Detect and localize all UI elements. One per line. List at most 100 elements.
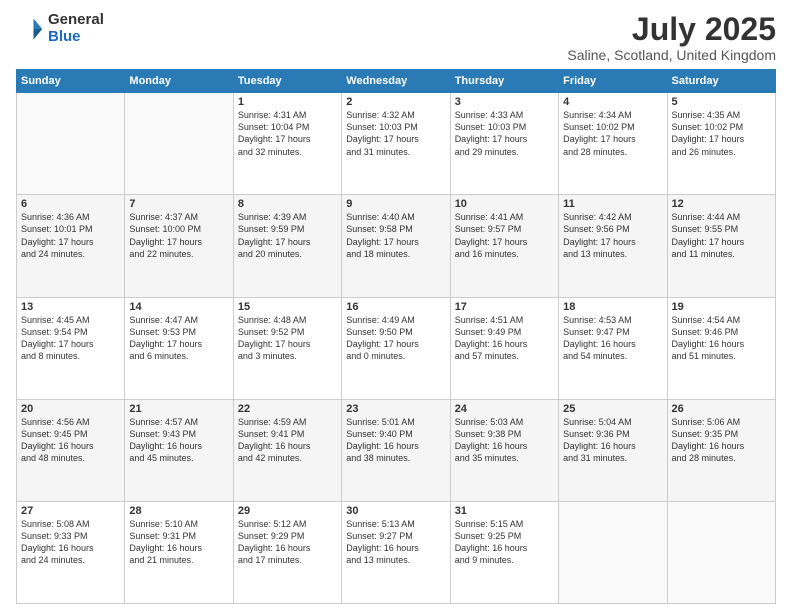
day-info: Sunrise: 4:39 AM Sunset: 9:59 PM Dayligh… bbox=[238, 211, 337, 260]
day-info: Sunrise: 5:03 AM Sunset: 9:38 PM Dayligh… bbox=[455, 416, 554, 465]
calendar-cell: 10Sunrise: 4:41 AM Sunset: 9:57 PM Dayli… bbox=[450, 195, 558, 297]
calendar-cell: 12Sunrise: 4:44 AM Sunset: 9:55 PM Dayli… bbox=[667, 195, 775, 297]
calendar-cell bbox=[17, 93, 125, 195]
day-number: 12 bbox=[672, 198, 771, 210]
day-info: Sunrise: 4:37 AM Sunset: 10:00 PM Daylig… bbox=[129, 211, 228, 260]
day-header: Monday bbox=[125, 70, 233, 93]
day-info: Sunrise: 4:48 AM Sunset: 9:52 PM Dayligh… bbox=[238, 314, 337, 363]
logo-icon bbox=[16, 15, 44, 43]
calendar-cell: 18Sunrise: 4:53 AM Sunset: 9:47 PM Dayli… bbox=[559, 297, 667, 399]
day-header: Sunday bbox=[17, 70, 125, 93]
day-number: 31 bbox=[455, 505, 554, 517]
calendar-cell: 30Sunrise: 5:13 AM Sunset: 9:27 PM Dayli… bbox=[342, 501, 450, 603]
day-info: Sunrise: 5:06 AM Sunset: 9:35 PM Dayligh… bbox=[672, 416, 771, 465]
calendar-cell: 3Sunrise: 4:33 AM Sunset: 10:03 PM Dayli… bbox=[450, 93, 558, 195]
subtitle: Saline, Scotland, United Kingdom bbox=[567, 47, 776, 63]
day-info: Sunrise: 4:56 AM Sunset: 9:45 PM Dayligh… bbox=[21, 416, 120, 465]
day-number: 7 bbox=[129, 198, 228, 210]
calendar-week-row: 6Sunrise: 4:36 AM Sunset: 10:01 PM Dayli… bbox=[17, 195, 776, 297]
day-info: Sunrise: 4:42 AM Sunset: 9:56 PM Dayligh… bbox=[563, 211, 662, 260]
day-number: 5 bbox=[672, 96, 771, 108]
calendar-cell: 27Sunrise: 5:08 AM Sunset: 9:33 PM Dayli… bbox=[17, 501, 125, 603]
logo-blue: Blue bbox=[48, 29, 104, 46]
day-number: 24 bbox=[455, 403, 554, 415]
day-number: 22 bbox=[238, 403, 337, 415]
calendar-cell: 20Sunrise: 4:56 AM Sunset: 9:45 PM Dayli… bbox=[17, 399, 125, 501]
day-info: Sunrise: 4:36 AM Sunset: 10:01 PM Daylig… bbox=[21, 211, 120, 260]
page: General Blue July 2025 Saline, Scotland,… bbox=[0, 0, 792, 612]
day-number: 29 bbox=[238, 505, 337, 517]
day-number: 18 bbox=[563, 301, 662, 313]
day-info: Sunrise: 5:10 AM Sunset: 9:31 PM Dayligh… bbox=[129, 518, 228, 567]
day-number: 6 bbox=[21, 198, 120, 210]
day-number: 8 bbox=[238, 198, 337, 210]
day-info: Sunrise: 4:51 AM Sunset: 9:49 PM Dayligh… bbox=[455, 314, 554, 363]
calendar-cell bbox=[667, 501, 775, 603]
calendar-cell bbox=[559, 501, 667, 603]
day-number: 17 bbox=[455, 301, 554, 313]
calendar-cell: 9Sunrise: 4:40 AM Sunset: 9:58 PM Daylig… bbox=[342, 195, 450, 297]
day-info: Sunrise: 4:32 AM Sunset: 10:03 PM Daylig… bbox=[346, 109, 445, 158]
day-info: Sunrise: 4:49 AM Sunset: 9:50 PM Dayligh… bbox=[346, 314, 445, 363]
calendar-cell: 22Sunrise: 4:59 AM Sunset: 9:41 PM Dayli… bbox=[233, 399, 341, 501]
day-number: 13 bbox=[21, 301, 120, 313]
header: General Blue July 2025 Saline, Scotland,… bbox=[16, 12, 776, 63]
day-info: Sunrise: 4:53 AM Sunset: 9:47 PM Dayligh… bbox=[563, 314, 662, 363]
calendar-cell: 28Sunrise: 5:10 AM Sunset: 9:31 PM Dayli… bbox=[125, 501, 233, 603]
day-info: Sunrise: 4:54 AM Sunset: 9:46 PM Dayligh… bbox=[672, 314, 771, 363]
day-info: Sunrise: 4:45 AM Sunset: 9:54 PM Dayligh… bbox=[21, 314, 120, 363]
header-row: SundayMondayTuesdayWednesdayThursdayFrid… bbox=[17, 70, 776, 93]
day-info: Sunrise: 4:41 AM Sunset: 9:57 PM Dayligh… bbox=[455, 211, 554, 260]
day-info: Sunrise: 4:47 AM Sunset: 9:53 PM Dayligh… bbox=[129, 314, 228, 363]
day-info: Sunrise: 4:33 AM Sunset: 10:03 PM Daylig… bbox=[455, 109, 554, 158]
day-header: Tuesday bbox=[233, 70, 341, 93]
logo-text: General Blue bbox=[48, 12, 104, 45]
day-number: 14 bbox=[129, 301, 228, 313]
calendar-cell: 15Sunrise: 4:48 AM Sunset: 9:52 PM Dayli… bbox=[233, 297, 341, 399]
day-number: 26 bbox=[672, 403, 771, 415]
day-info: Sunrise: 5:08 AM Sunset: 9:33 PM Dayligh… bbox=[21, 518, 120, 567]
calendar-cell: 17Sunrise: 4:51 AM Sunset: 9:49 PM Dayli… bbox=[450, 297, 558, 399]
day-info: Sunrise: 4:59 AM Sunset: 9:41 PM Dayligh… bbox=[238, 416, 337, 465]
calendar-cell: 25Sunrise: 5:04 AM Sunset: 9:36 PM Dayli… bbox=[559, 399, 667, 501]
day-number: 15 bbox=[238, 301, 337, 313]
calendar: SundayMondayTuesdayWednesdayThursdayFrid… bbox=[16, 69, 776, 604]
calendar-cell: 14Sunrise: 4:47 AM Sunset: 9:53 PM Dayli… bbox=[125, 297, 233, 399]
calendar-cell: 29Sunrise: 5:12 AM Sunset: 9:29 PM Dayli… bbox=[233, 501, 341, 603]
day-number: 30 bbox=[346, 505, 445, 517]
day-header: Wednesday bbox=[342, 70, 450, 93]
day-header: Friday bbox=[559, 70, 667, 93]
calendar-cell: 26Sunrise: 5:06 AM Sunset: 9:35 PM Dayli… bbox=[667, 399, 775, 501]
calendar-cell: 5Sunrise: 4:35 AM Sunset: 10:02 PM Dayli… bbox=[667, 93, 775, 195]
day-info: Sunrise: 5:04 AM Sunset: 9:36 PM Dayligh… bbox=[563, 416, 662, 465]
calendar-week-row: 13Sunrise: 4:45 AM Sunset: 9:54 PM Dayli… bbox=[17, 297, 776, 399]
calendar-week-row: 20Sunrise: 4:56 AM Sunset: 9:45 PM Dayli… bbox=[17, 399, 776, 501]
calendar-cell bbox=[125, 93, 233, 195]
calendar-cell: 4Sunrise: 4:34 AM Sunset: 10:02 PM Dayli… bbox=[559, 93, 667, 195]
day-info: Sunrise: 5:13 AM Sunset: 9:27 PM Dayligh… bbox=[346, 518, 445, 567]
calendar-cell: 6Sunrise: 4:36 AM Sunset: 10:01 PM Dayli… bbox=[17, 195, 125, 297]
day-number: 20 bbox=[21, 403, 120, 415]
calendar-cell: 23Sunrise: 5:01 AM Sunset: 9:40 PM Dayli… bbox=[342, 399, 450, 501]
calendar-cell: 24Sunrise: 5:03 AM Sunset: 9:38 PM Dayli… bbox=[450, 399, 558, 501]
calendar-cell: 31Sunrise: 5:15 AM Sunset: 9:25 PM Dayli… bbox=[450, 501, 558, 603]
calendar-cell: 16Sunrise: 4:49 AM Sunset: 9:50 PM Dayli… bbox=[342, 297, 450, 399]
day-number: 28 bbox=[129, 505, 228, 517]
calendar-week-row: 27Sunrise: 5:08 AM Sunset: 9:33 PM Dayli… bbox=[17, 501, 776, 603]
day-info: Sunrise: 4:34 AM Sunset: 10:02 PM Daylig… bbox=[563, 109, 662, 158]
calendar-cell: 1Sunrise: 4:31 AM Sunset: 10:04 PM Dayli… bbox=[233, 93, 341, 195]
day-number: 16 bbox=[346, 301, 445, 313]
day-number: 25 bbox=[563, 403, 662, 415]
calendar-week-row: 1Sunrise: 4:31 AM Sunset: 10:04 PM Dayli… bbox=[17, 93, 776, 195]
day-header: Thursday bbox=[450, 70, 558, 93]
calendar-cell: 7Sunrise: 4:37 AM Sunset: 10:00 PM Dayli… bbox=[125, 195, 233, 297]
day-info: Sunrise: 4:35 AM Sunset: 10:02 PM Daylig… bbox=[672, 109, 771, 158]
main-title: July 2025 bbox=[567, 12, 776, 47]
day-number: 3 bbox=[455, 96, 554, 108]
calendar-cell: 19Sunrise: 4:54 AM Sunset: 9:46 PM Dayli… bbox=[667, 297, 775, 399]
day-info: Sunrise: 4:44 AM Sunset: 9:55 PM Dayligh… bbox=[672, 211, 771, 260]
day-info: Sunrise: 4:57 AM Sunset: 9:43 PM Dayligh… bbox=[129, 416, 228, 465]
calendar-cell: 13Sunrise: 4:45 AM Sunset: 9:54 PM Dayli… bbox=[17, 297, 125, 399]
day-number: 21 bbox=[129, 403, 228, 415]
calendar-cell: 21Sunrise: 4:57 AM Sunset: 9:43 PM Dayli… bbox=[125, 399, 233, 501]
